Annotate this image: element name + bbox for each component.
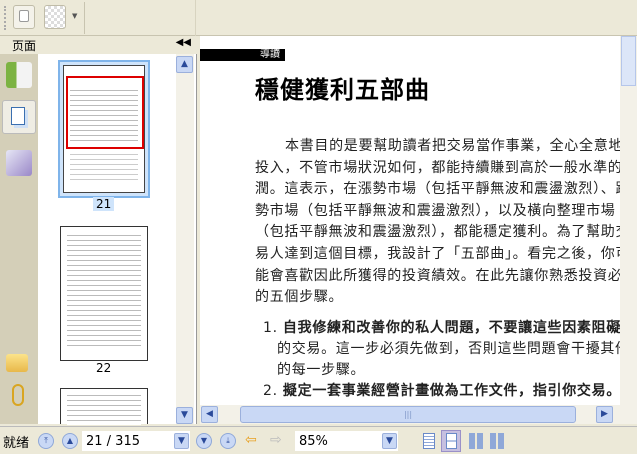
panel-icon-column — [0, 54, 38, 424]
list-item: 1. 自我修練和改善你的私人問題，不要讓這些因素阻礙你 — [263, 318, 620, 339]
collapse-panel-icon[interactable]: ◀◀ — [176, 37, 191, 48]
thumbnail-text — [67, 235, 141, 347]
continuous-facing-view-icon[interactable] — [490, 433, 504, 449]
dropdown-arrow-icon[interactable]: ▼ — [72, 12, 77, 20]
first-page-button[interactable]: ⤒ — [38, 433, 54, 449]
layers-icon[interactable] — [6, 150, 32, 176]
list-number: 1. — [263, 320, 278, 336]
document-horizontal-scrollbar[interactable]: ◀ ||| ▶ — [200, 405, 637, 424]
thumbnail-label: 21 — [93, 197, 115, 211]
attachment-icon[interactable] — [12, 384, 24, 406]
scroll-thumb[interactable] — [621, 36, 636, 86]
list-item: 2. 擬定一套事業經營計畫做為工作文件，指引你交易。不 — [263, 381, 620, 402]
section-label: 導讀 — [200, 49, 285, 61]
pages-icon[interactable] — [2, 100, 36, 134]
document-view[interactable]: 導讀 穩健獲利五部曲 本書目的是要幫助讀者把交易當作事業，全心全意地 投入，不管… — [200, 36, 620, 405]
status-bar: 就绪 ⤒ ▲ 21 / 315 ▼ ▼ ⤓ ⇦ ⇨ 85% ▼ — [0, 426, 637, 454]
text-line: 易人達到這個目標，我設計了「五部曲」。看完之後，你可 — [255, 245, 620, 262]
thumbnail-page-22[interactable] — [60, 226, 148, 361]
scroll-thumb[interactable]: ||| — [240, 406, 576, 423]
transparency-button[interactable] — [44, 5, 66, 29]
eraser-tool-button[interactable] — [13, 5, 35, 29]
toolbar: ▼ — [0, 0, 637, 36]
thumbnail-scrollbar[interactable]: ▲ ▼ — [176, 54, 194, 424]
back-arrow-icon[interactable]: ⇦ — [245, 432, 257, 448]
body-paragraph: 本書目的是要幫助讀者把交易當作事業，全心全意地 投入，不管市場狀況如何，都能持續… — [255, 136, 620, 309]
single-page-view-icon[interactable] — [423, 433, 435, 449]
status-text: 就绪 — [3, 436, 30, 451]
page-number-input[interactable]: 21 / 315 ▼ — [82, 431, 190, 451]
pages-panel: 页面 ◀◀ 21 22 ▲ ▼ — [0, 36, 197, 425]
text-line: 的交易。這一步必須先做到，否則這些問題會干擾其他 — [277, 341, 620, 357]
thumbnail-text — [70, 154, 138, 184]
scroll-left-button[interactable]: ◀ — [201, 406, 218, 423]
previous-page-button[interactable]: ▲ — [62, 433, 78, 449]
toolbar-grip[interactable] — [4, 6, 7, 30]
scroll-down-button[interactable]: ▼ — [176, 407, 193, 424]
list-item-heading: 擬定一套事業經營計畫做為工作文件，指引你交易。不 — [282, 383, 620, 399]
text-line: 本書目的是要幫助讀者把交易當作事業，全心全意地 — [285, 138, 620, 154]
thumbnail-text — [67, 395, 141, 425]
thumbnail-page-21-selected[interactable] — [58, 60, 150, 198]
panel-title: 页面 — [12, 39, 37, 53]
bookmarks-icon[interactable] — [6, 62, 32, 88]
thumbnail-label: 22 — [96, 361, 112, 375]
panel-header: 页面 ◀◀ — [0, 36, 197, 54]
chapter-title: 穩健獲利五部曲 — [255, 75, 430, 104]
scroll-right-button[interactable]: ▶ — [596, 406, 613, 423]
last-page-button[interactable]: ⤓ — [220, 433, 236, 449]
text-line: 投入，不管市場狀況如何，都能持續賺到高於一般水準的利 — [255, 159, 620, 176]
thumbnail-text — [70, 90, 138, 142]
thumbnail-page-23[interactable] — [60, 388, 148, 425]
zoom-select[interactable]: 85% ▼ — [295, 431, 398, 451]
text-line: 能會喜歡因此所獲得的投資績效。在此先讓你熟悉投資必經 — [255, 267, 620, 284]
comments-icon[interactable] — [6, 354, 28, 372]
document-vertical-scrollbar[interactable] — [620, 36, 637, 405]
text-line: 潤。這表示，在漲勢市場（包括平靜無波和震盪激烈）、跌 — [255, 181, 620, 198]
list-number: 2. — [263, 383, 278, 399]
page-number-value: 21 / 315 — [86, 434, 140, 449]
page-dropdown-button[interactable]: ▼ — [174, 433, 189, 449]
zoom-value: 85% — [299, 434, 328, 449]
facing-view-icon[interactable] — [469, 433, 483, 449]
text-line: 的每一步驟。 — [277, 362, 366, 378]
zoom-dropdown-button[interactable]: ▼ — [382, 433, 397, 449]
next-page-button[interactable]: ▼ — [196, 433, 212, 449]
continuous-view-button-active[interactable] — [441, 430, 461, 452]
text-line: （包括平靜無波和震盪激烈），都能穩定獲利。為了幫助交 — [255, 224, 620, 241]
forward-arrow-icon[interactable]: ⇨ — [270, 432, 282, 448]
list-item-heading: 自我修練和改善你的私人問題，不要讓這些因素阻礙你 — [282, 320, 620, 336]
toolbar-divider — [84, 2, 85, 34]
text-line: 的五個步驟。 — [255, 289, 344, 306]
scroll-up-button[interactable]: ▲ — [176, 56, 193, 73]
text-line: 勢市場（包括平靜無波和震盪激烈），以及橫向整理市場 — [255, 202, 616, 219]
toolbar-divider — [195, 0, 196, 36]
numbered-list: 1. 自我修練和改善你的私人問題，不要讓這些因素阻礙你 的交易。這一步必須先做到… — [263, 318, 620, 402]
